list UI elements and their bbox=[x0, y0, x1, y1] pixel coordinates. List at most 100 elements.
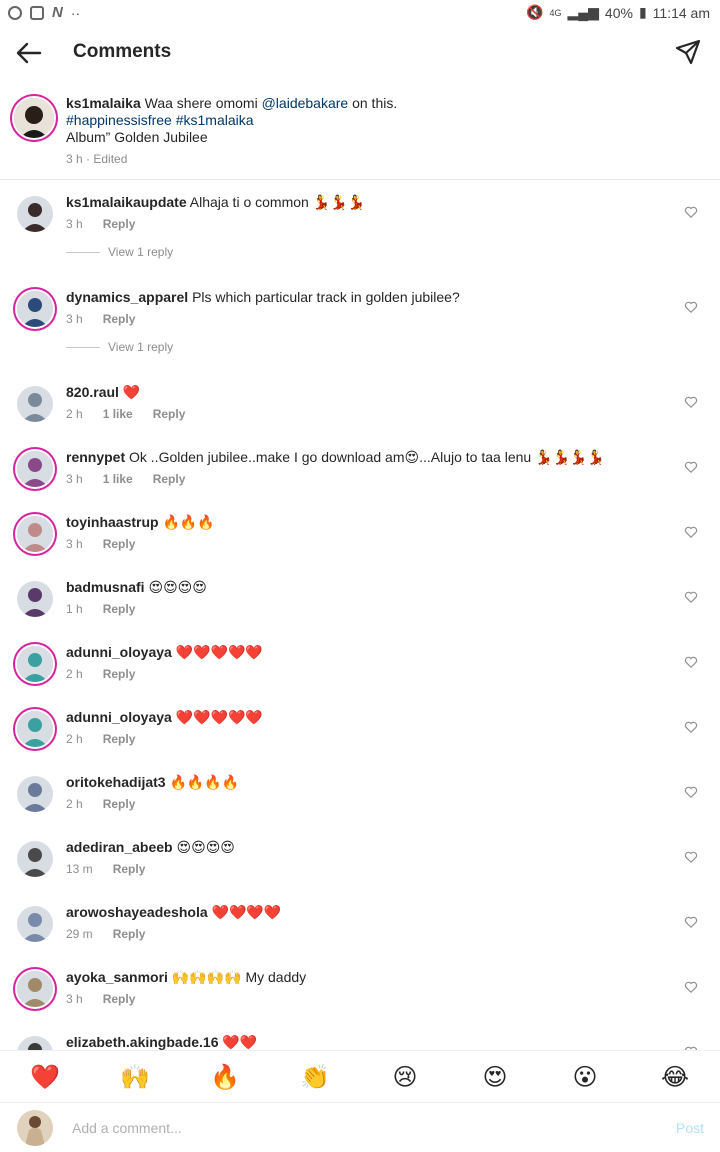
comment-avatar[interactable] bbox=[17, 516, 53, 552]
comment-avatar[interactable] bbox=[17, 451, 53, 487]
comment-username[interactable]: ayoka_sanmori bbox=[66, 969, 168, 985]
view-replies-button[interactable]: View 1 reply bbox=[66, 243, 366, 261]
comment-username[interactable]: 820.raul bbox=[66, 384, 119, 400]
comment-body: ❤️❤️ bbox=[222, 1034, 258, 1050]
comment-username[interactable]: badmusnafi bbox=[66, 579, 145, 595]
like-comment-button[interactable] bbox=[684, 785, 698, 799]
reply-button[interactable]: Reply bbox=[103, 992, 136, 1006]
battery-icon: ▮ bbox=[638, 4, 647, 20]
comment-username[interactable]: dynamics_apparel bbox=[66, 289, 188, 305]
comment-username[interactable]: ks1malaikaupdate bbox=[66, 194, 187, 210]
comment-time: 2 h bbox=[66, 732, 83, 746]
caption-mention[interactable]: @laidebakare bbox=[262, 95, 349, 111]
comment-avatar[interactable] bbox=[17, 711, 53, 747]
quick-emoji-button[interactable]: 👏 bbox=[270, 1051, 360, 1103]
comment-likes[interactable]: 1 like bbox=[103, 407, 133, 421]
profile-photo-icon bbox=[17, 451, 53, 487]
divider bbox=[66, 251, 100, 253]
reply-button[interactable]: Reply bbox=[103, 732, 136, 746]
caption-avatar[interactable] bbox=[14, 98, 54, 138]
comment-avatar[interactable] bbox=[17, 776, 53, 812]
reply-button[interactable]: Reply bbox=[103, 797, 136, 811]
comment-username[interactable]: arowoshayeadeshola bbox=[66, 904, 208, 920]
comment-username[interactable]: adunni_oloyaya bbox=[66, 644, 172, 660]
comment-likes[interactable]: 1 like bbox=[103, 472, 133, 486]
comment-username[interactable]: rennypet bbox=[66, 449, 125, 465]
comment-avatar[interactable] bbox=[17, 1036, 53, 1050]
like-comment-button[interactable] bbox=[684, 655, 698, 669]
profile-photo-icon bbox=[17, 386, 53, 422]
comment-time: 1 h bbox=[66, 602, 83, 616]
quick-emoji-button[interactable]: 😢 bbox=[360, 1051, 450, 1103]
comment-meta: 2 h Reply bbox=[66, 797, 155, 811]
reply-button[interactable]: Reply bbox=[103, 312, 136, 326]
view-replies-button[interactable]: View 1 reply bbox=[66, 338, 366, 356]
back-button[interactable] bbox=[14, 38, 44, 68]
like-comment-button[interactable] bbox=[684, 915, 698, 929]
reply-button[interactable]: Reply bbox=[113, 927, 146, 941]
like-comment-button[interactable] bbox=[684, 525, 698, 539]
comment-time: 3 h bbox=[66, 472, 83, 486]
comment-body: 🔥🔥🔥🔥 bbox=[169, 774, 240, 790]
comment-avatar[interactable] bbox=[17, 906, 53, 942]
like-comment-button[interactable] bbox=[684, 205, 698, 219]
comment-avatar[interactable] bbox=[17, 646, 53, 682]
comments-list: ks1malaikaupdate Alhaja ti o common 💃💃💃 3… bbox=[0, 180, 720, 1050]
quick-emoji-button[interactable]: 🙌 bbox=[90, 1051, 180, 1103]
status-bar: N ·· 🔇 4G ▂▄▆ 40% ▮ 11:14 am bbox=[0, 0, 720, 26]
heart-outline-icon bbox=[684, 301, 698, 313]
reply-button[interactable]: Reply bbox=[153, 407, 186, 421]
comment-username[interactable]: oritokehadijat3 bbox=[66, 774, 166, 790]
view-replies-label: View 1 reply bbox=[108, 245, 174, 259]
quick-emoji-button[interactable]: 😮 bbox=[540, 1051, 630, 1103]
comment-avatar[interactable] bbox=[17, 971, 53, 1007]
status-bar-notifications: N ·· bbox=[8, 4, 80, 21]
reply-button[interactable]: Reply bbox=[103, 217, 136, 231]
reply-button[interactable]: Reply bbox=[103, 602, 136, 616]
comment-meta: 3 h Reply bbox=[66, 312, 155, 326]
comment-avatar[interactable] bbox=[17, 386, 53, 422]
quick-emoji-button[interactable]: ❤️ bbox=[0, 1051, 90, 1103]
comment-username[interactable]: toyinhaastrup bbox=[66, 514, 159, 530]
caption-username[interactable]: ks1malaika bbox=[66, 95, 141, 111]
clock: 11:14 am bbox=[652, 4, 710, 21]
caption-text-part2: on this. bbox=[348, 95, 398, 111]
like-comment-button[interactable] bbox=[684, 980, 698, 994]
comment-username[interactable]: elizabeth.akingbade.16 bbox=[66, 1034, 219, 1050]
comment-avatar[interactable] bbox=[17, 841, 53, 877]
like-comment-button[interactable] bbox=[684, 300, 698, 314]
send-icon bbox=[675, 39, 701, 65]
comment-username[interactable]: adediran_abeeb bbox=[66, 839, 173, 855]
comment-avatar[interactable] bbox=[17, 196, 53, 232]
comment-time: 2 h bbox=[66, 667, 83, 681]
comment-row: ks1malaikaupdate Alhaja ti o common 💃💃💃 3… bbox=[0, 180, 720, 236]
quick-emoji-button[interactable]: 😂 bbox=[630, 1051, 720, 1103]
heart-outline-icon bbox=[684, 981, 698, 993]
like-comment-button[interactable] bbox=[684, 590, 698, 604]
comment-text: rennypet Ok ..Golden jubilee..make I go … bbox=[66, 449, 656, 466]
comment-row: adunni_oloyaya ❤️❤️❤️❤️❤️ 2 h Reply bbox=[0, 630, 720, 686]
caption-hashtags[interactable]: #happinessisfree #ks1malaika bbox=[66, 112, 254, 128]
reply-button[interactable]: Reply bbox=[153, 472, 186, 486]
comment-username[interactable]: adunni_oloyaya bbox=[66, 709, 172, 725]
like-comment-button[interactable] bbox=[684, 395, 698, 409]
reply-button[interactable]: Reply bbox=[103, 537, 136, 551]
like-comment-button[interactable] bbox=[684, 850, 698, 864]
heart-outline-icon bbox=[684, 396, 698, 408]
post-button[interactable]: Post bbox=[676, 1120, 704, 1136]
share-button[interactable] bbox=[674, 38, 702, 66]
comment-avatar[interactable] bbox=[17, 291, 53, 327]
comment-avatar[interactable] bbox=[17, 581, 53, 617]
like-comment-button[interactable] bbox=[684, 720, 698, 734]
comment-input[interactable] bbox=[72, 1115, 632, 1141]
quick-emoji-button[interactable]: 🔥 bbox=[180, 1051, 270, 1103]
comment-text: 820.raul ❤️ bbox=[66, 384, 656, 401]
comment-body: ❤️❤️❤️❤️ bbox=[211, 904, 282, 920]
comment-row: oritokehadijat3 🔥🔥🔥🔥 2 h Reply bbox=[0, 760, 720, 816]
reply-button[interactable]: Reply bbox=[113, 862, 146, 876]
like-comment-button[interactable] bbox=[684, 460, 698, 474]
comment-body: ❤️ bbox=[122, 384, 141, 400]
quick-emoji-button[interactable]: 😍 bbox=[450, 1051, 540, 1103]
reply-button[interactable]: Reply bbox=[103, 667, 136, 681]
comment-time: 3 h bbox=[66, 312, 83, 326]
